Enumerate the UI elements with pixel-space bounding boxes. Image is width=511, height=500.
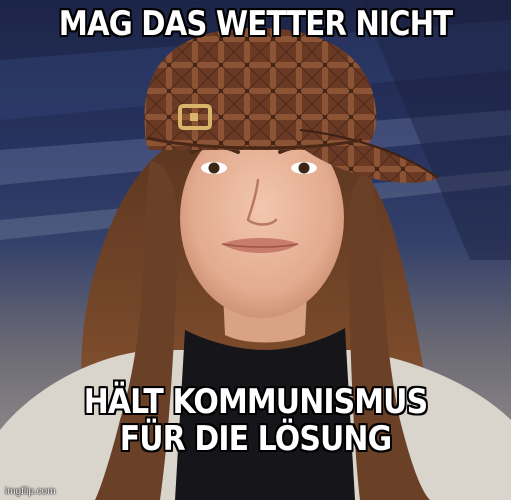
bottom-caption-line-1: HÄLT KOMMUNISMUS [83,382,428,422]
top-caption: MAG DAS WETTER NICHT [58,4,453,44]
imgflip-watermark: imgflip.com [5,486,56,497]
meme-canvas: MAG DAS WETTER NICHT HÄLT KOMMUNISMUS FÜ… [0,0,511,500]
bottom-caption: HÄLT KOMMUNISMUS FÜR DIE LÖSUNG [31,382,481,460]
bottom-caption-line-2: FÜR DIE LÖSUNG [119,419,392,460]
